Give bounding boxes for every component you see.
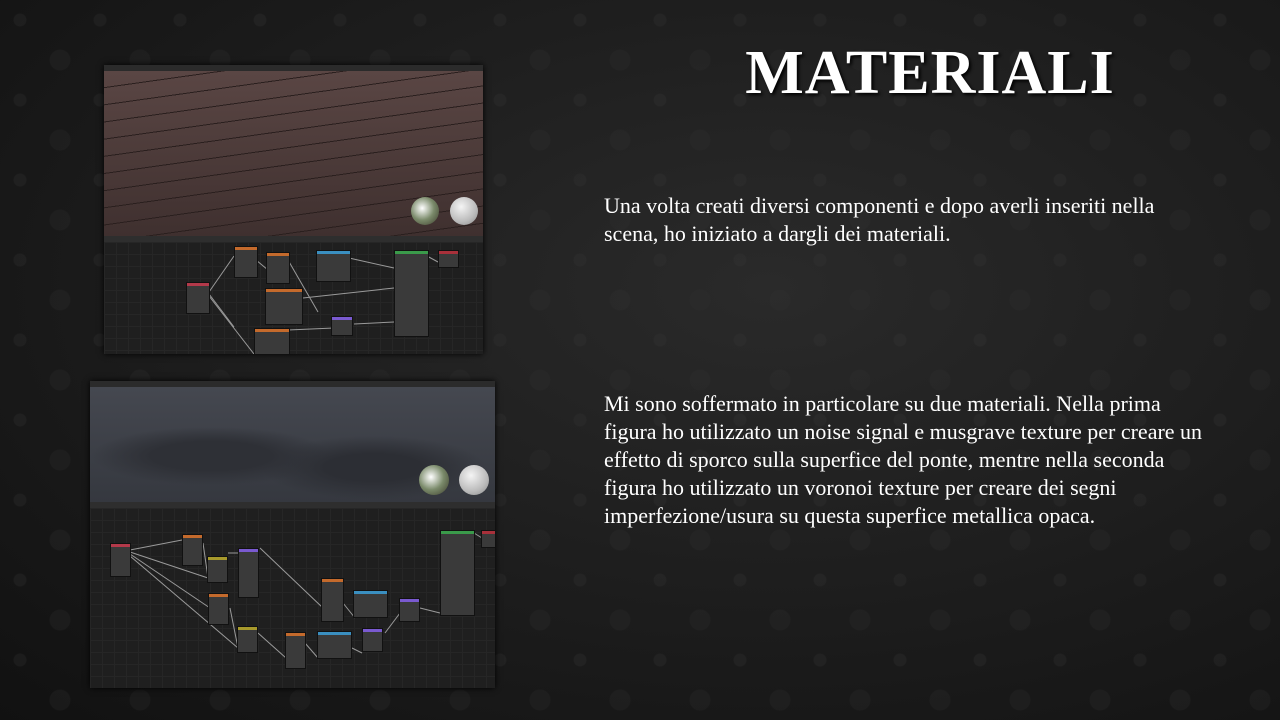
paragraph-materials: Mi sono soffermato in particolare su due… [604,391,1203,528]
paragraph-intro: Una volta creati diversi componenti e do… [604,193,1155,246]
color-ramp-node-2[interactable] [317,631,352,659]
wood-floor-material-screenshot [104,65,483,354]
hdri-preview-sphere [411,197,439,225]
principled-bsdf-node[interactable] [440,530,475,616]
color-ramp-node[interactable] [316,250,351,282]
metal-surface-material-screenshot [90,381,495,688]
noise-texture-node[interactable] [234,246,258,278]
musgrave-texture-node[interactable] [285,632,306,669]
material-output-node[interactable] [438,250,459,268]
texture-coordinate-node[interactable] [186,282,210,314]
bump-node[interactable] [362,628,383,652]
color-ramp-node[interactable] [353,590,388,618]
mapping-node[interactable] [238,548,259,598]
matcap-preview-sphere [459,465,489,495]
principled-bsdf-node[interactable] [394,250,429,337]
hdri-preview-sphere [419,465,449,495]
normal-map-node[interactable] [331,316,353,336]
image-texture-node[interactable] [265,288,303,325]
noise-texture-node[interactable] [182,534,203,566]
texture-coordinate-node[interactable] [110,543,131,577]
musgrave-texture-node[interactable] [266,252,290,284]
slide-title: MATERIALI [745,39,1115,107]
bump-node-2[interactable] [399,598,420,622]
material-output-node[interactable] [481,530,495,548]
node-editor [104,242,483,354]
image-texture-node-2[interactable] [254,328,290,354]
matcap-preview-sphere [450,197,478,225]
mix-node-2[interactable] [237,626,258,653]
voronoi-texture-node-2[interactable] [321,578,344,622]
voronoi-texture-node[interactable] [208,593,229,625]
mix-node[interactable] [207,556,228,583]
node-editor [90,508,495,688]
